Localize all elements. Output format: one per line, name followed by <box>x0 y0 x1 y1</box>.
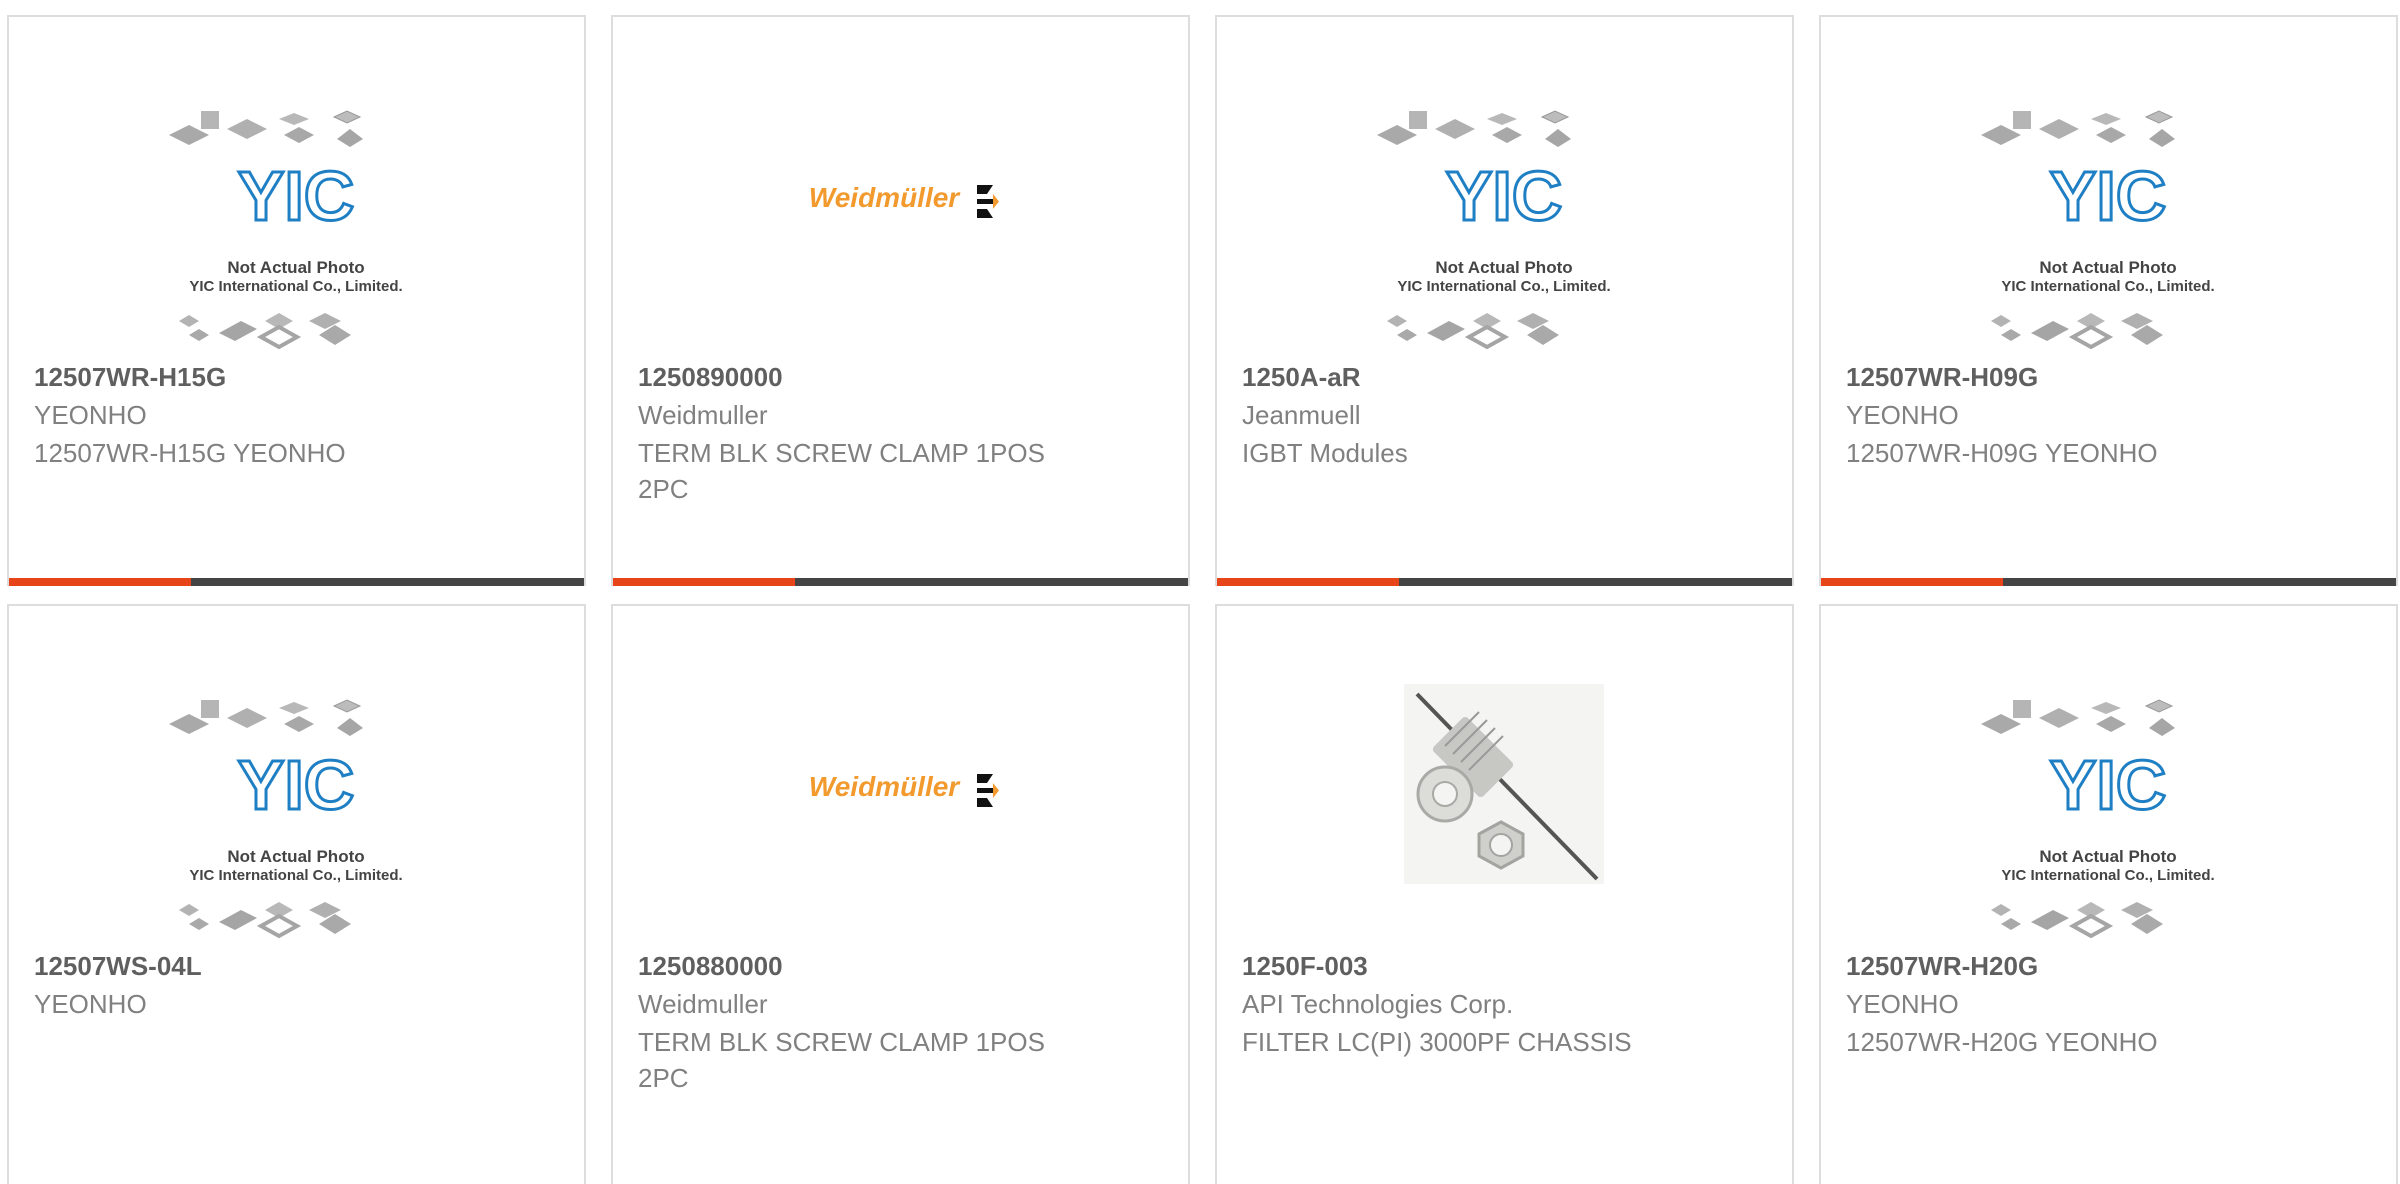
description: IGBT Modules <box>1242 438 1408 468</box>
not-actual-photo-caption: Not Actual Photo <box>2039 258 2176 277</box>
yic-company-caption: YIC International Co., Limited. <box>1397 278 1610 295</box>
yic-company-caption: YIC International Co., Limited. <box>189 867 402 884</box>
description: TERM BLK SCREW CLAMP 1POS 2PC <box>638 438 1045 504</box>
description: FILTER LC(PI) 3000PF CHASSIS <box>1242 1027 1632 1057</box>
product-card[interactable]: YIC Not Actual Photo YIC International C… <box>1819 15 2398 586</box>
weidmuller-logo-icon: Weidmüller <box>809 182 999 218</box>
product-card[interactable]: YIC Not Actual Photo YIC International C… <box>1819 604 2398 1184</box>
bottom-bar <box>191 578 584 586</box>
description: TERM BLK SCREW CLAMP 1POS 2PC <box>638 1027 1045 1093</box>
not-actual-photo-caption: Not Actual Photo <box>227 258 364 277</box>
product-image[interactable]: YIC Not Actual Photo YIC International C… <box>9 684 584 949</box>
not-actual-photo-caption: Not Actual Photo <box>1435 258 1572 277</box>
product-image[interactable] <box>1217 684 1792 949</box>
manufacturer: YEONHO <box>1846 400 1959 430</box>
product-card[interactable]: YIC Not Actual Photo YIC International C… <box>1215 15 1794 586</box>
weidmuller-logo-text: Weidmüller <box>809 771 962 802</box>
product-image[interactable]: YIC Not Actual Photo YIC International C… <box>1217 95 1792 360</box>
manufacturer: YEONHO <box>1846 989 1959 1019</box>
product-card[interactable]: YIC Not Actual Photo YIC International C… <box>7 15 586 586</box>
manufacturer: API Technologies Corp. <box>1242 989 1514 1019</box>
product-card[interactable]: Weidmüller 1250890000 Weidmuller TERM BL… <box>611 15 1190 586</box>
manufacturer: Weidmuller <box>638 400 768 430</box>
manufacturer: YEONHO <box>34 989 147 1019</box>
product-image[interactable]: Weidmüller <box>613 684 1188 949</box>
product-image[interactable]: YIC Not Actual Photo YIC International C… <box>1821 684 2396 949</box>
product-grid: YIC Not Actual Photo YIC International C… <box>0 0 2400 1184</box>
part-number[interactable]: 1250880000 <box>638 951 783 982</box>
manufacturer: Jeanmuell <box>1242 400 1361 430</box>
part-number[interactable]: 1250F-003 <box>1242 951 1368 982</box>
yic-logo-text: YIC <box>238 746 355 824</box>
accent-bar <box>9 578 191 586</box>
product-card[interactable]: 1250F-003 API Technologies Corp. FILTER … <box>1215 604 1794 1184</box>
part-number[interactable]: 12507WR-H09G <box>1846 362 2038 393</box>
product-image[interactable]: YIC Not Actual Photo YIC International C… <box>1821 95 2396 360</box>
not-actual-photo-caption: Not Actual Photo <box>2039 847 2176 866</box>
feedthrough-filter-photo-icon <box>1404 684 1604 884</box>
part-number[interactable]: 12507WR-H20G <box>1846 951 2038 982</box>
description: 12507WR-H09G YEONHO <box>1846 438 2158 468</box>
part-number[interactable]: 12507WS-04L <box>34 951 202 982</box>
bottom-bar <box>2003 578 2396 586</box>
yic-logo-text: YIC <box>1446 157 1563 235</box>
manufacturer: Weidmuller <box>638 989 768 1019</box>
accent-bar <box>1217 578 1399 586</box>
weidmuller-logo-icon: Weidmüller <box>809 771 999 807</box>
not-actual-photo-placeholder-icon: YIC Not Actual Photo YIC International C… <box>1980 110 2215 349</box>
product-card[interactable]: YIC Not Actual Photo YIC International C… <box>7 604 586 1184</box>
accent-bar <box>613 578 795 586</box>
part-number[interactable]: 1250890000 <box>638 362 783 393</box>
weidmuller-logo-text: Weidmüller <box>809 182 962 213</box>
part-number[interactable]: 12507WR-H15G <box>34 362 226 393</box>
description: 12507WR-H20G YEONHO <box>1846 1027 2158 1057</box>
yic-company-caption: YIC International Co., Limited. <box>2001 867 2214 884</box>
yic-logo-text: YIC <box>2050 746 2167 824</box>
bottom-bar <box>795 578 1188 586</box>
accent-bar <box>1821 578 2003 586</box>
product-image[interactable]: Weidmüller <box>613 95 1188 360</box>
not-actual-photo-placeholder-icon: YIC Not Actual Photo YIC International C… <box>168 110 403 349</box>
description: 12507WR-H15G YEONHO <box>34 438 346 468</box>
part-number[interactable]: 1250A-aR <box>1242 362 1361 393</box>
product-card[interactable]: Weidmüller 1250880000 Weidmuller TERM BL… <box>611 604 1190 1184</box>
product-image[interactable]: YIC Not Actual Photo YIC International C… <box>9 95 584 360</box>
yic-company-caption: YIC International Co., Limited. <box>189 278 402 295</box>
not-actual-photo-placeholder-icon: YIC Not Actual Photo YIC International C… <box>1980 699 2215 938</box>
yic-logo-text: YIC <box>2050 157 2167 235</box>
yic-company-caption: YIC International Co., Limited. <box>2001 278 2214 295</box>
not-actual-photo-placeholder-icon: YIC Not Actual Photo YIC International C… <box>1376 110 1611 349</box>
yic-logo-text: YIC <box>238 157 355 235</box>
manufacturer: YEONHO <box>34 400 147 430</box>
not-actual-photo-placeholder-icon: YIC Not Actual Photo YIC International C… <box>168 699 403 938</box>
bottom-bar <box>1399 578 1792 586</box>
not-actual-photo-caption: Not Actual Photo <box>227 847 364 866</box>
